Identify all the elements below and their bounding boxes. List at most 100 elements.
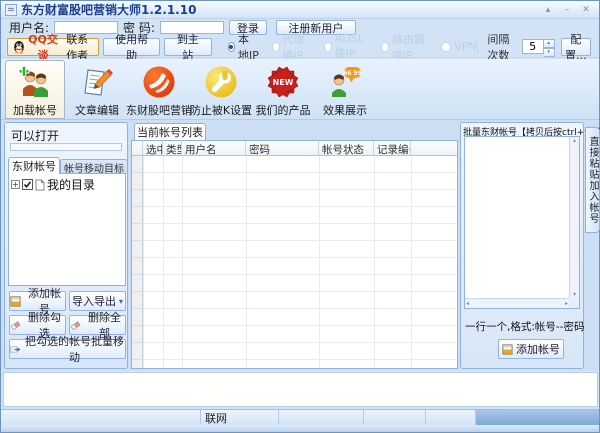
scrollbar-corner <box>569 298 579 308</box>
interval-input[interactable] <box>521 39 544 54</box>
document-edit-icon <box>80 64 114 100</box>
tree-item-my-directory[interactable]: + 我的目录 <box>9 174 125 193</box>
eraser-icon <box>70 320 81 331</box>
spin-down-icon[interactable]: ▾ <box>543 48 555 57</box>
progress-strip <box>10 143 122 151</box>
ribbon-article-edit[interactable]: 文章编辑 <box>67 60 127 119</box>
scroll-up-icon[interactable]: ▴ <box>573 137 576 144</box>
users-add-icon <box>18 64 52 100</box>
accounts-left-panel: 可以打开 东财帐号 帐号移动目标 + 我的目录 添加帐号 导入导出 ▾ 删除勾选… <box>4 122 128 369</box>
window-title: 东方财富股吧营销大师1.2.1.10 <box>21 3 197 17</box>
folder-page-icon <box>35 179 45 191</box>
tab-eastmoney-accounts[interactable]: 东财帐号 <box>8 157 60 174</box>
ribbon-our-products[interactable]: NEW 我们的产品 <box>253 60 313 119</box>
ribbon-item-label: 防止被K设置 <box>189 104 253 117</box>
eraser-icon <box>10 320 21 331</box>
radio-circle-icon <box>441 41 452 52</box>
account-tree: + 我的目录 <box>8 173 126 286</box>
minimize-button[interactable]: – <box>562 5 572 15</box>
statusbar-segment <box>1 410 201 425</box>
row-selector-column <box>132 156 143 368</box>
scroll-down-icon[interactable]: ▾ <box>573 291 576 298</box>
delete-checked-button[interactable]: 删除勾选 <box>9 311 66 340</box>
format-hint-label: 一行一个,格式:帐号--密码 <box>465 321 585 333</box>
add-card-icon <box>10 295 21 307</box>
contact-author-label: 联系作者 <box>66 32 89 62</box>
qq-chat-label: QQ交谈 <box>28 32 58 62</box>
ribbon-item-label: 东财股吧营销 <box>126 104 192 117</box>
log-area <box>3 372 598 407</box>
svg-text:66 99: 66 99 <box>343 70 362 77</box>
new-badge-icon: NEW <box>266 64 300 100</box>
add-card-icon <box>502 343 513 355</box>
app-window: = 东方财富股吧营销大师1.2.1.10 ▴ – ✕ 用户名: 密 码: 登录 … <box>0 0 600 433</box>
main-area: 可以打开 东财帐号 帐号移动目标 + 我的目录 添加帐号 导入导出 ▾ 删除勾选… <box>1 120 600 370</box>
column-header-password[interactable]: 密码 <box>246 141 319 155</box>
horizontal-scrollbar[interactable]: ◂ ▸ <box>465 298 569 308</box>
tree-item-label: 我的目录 <box>47 178 96 192</box>
radio-proxy-ip: 代理换IP <box>272 31 311 63</box>
table-row-lines <box>132 156 457 368</box>
radio-circle-icon <box>381 41 389 52</box>
close-button[interactable]: ✕ <box>581 5 591 15</box>
ip-mode-radio-group: 本地IP 代理换IP ADSL换IP 路由器换IP VPN <box>227 31 477 63</box>
ribbon-load-accounts[interactable]: 加载帐号 <box>5 60 65 119</box>
scroll-left-icon[interactable]: ◂ <box>466 300 469 307</box>
vertical-scrollbar[interactable]: ▴ ▾ <box>569 137 579 298</box>
column-header-checked[interactable]: 选中 <box>143 141 163 155</box>
column-header-type[interactable]: 类型 <box>163 141 182 155</box>
import-export-button[interactable]: 导入导出 ▾ <box>69 291 126 311</box>
import-export-label: 导入导出 <box>71 295 116 308</box>
tab-direct-paste-accounts[interactable]: 直接粘贴加入帐号 <box>585 127 600 233</box>
batch-accounts-textarea-wrap: ▴ ▾ ◂ ▸ <box>464 136 580 309</box>
title-bar: = 东方财富股吧营销大师1.2.1.10 ▴ – ✕ <box>1 1 599 19</box>
ribbon-anti-ban-settings[interactable]: 防止被K设置 <box>189 60 253 119</box>
tab-current-account-list[interactable]: 当前帐号列表 <box>134 123 206 140</box>
batch-move-button[interactable]: 把勾选的帐号批量移动 <box>9 335 126 364</box>
checkbox-checked-icon[interactable] <box>22 179 33 190</box>
qq-contact-button[interactable]: QQ交谈 联系作者 <box>7 33 100 62</box>
ribbon-results-showcase[interactable]: 66 99 效果展示 <box>315 60 375 119</box>
open-status-label: 可以打开 <box>11 129 60 143</box>
column-header-filler <box>411 141 457 155</box>
column-header-record-id[interactable]: 记录编号 <box>374 141 411 155</box>
column-header-username[interactable]: 用户名 <box>182 141 246 155</box>
config-button[interactable]: 配置... <box>560 33 591 62</box>
radio-router-ip: 路由器换IP <box>381 31 428 63</box>
interval-spinner: ▴ ▾ <box>521 39 555 57</box>
delete-all-button[interactable]: 删除全部 <box>69 311 126 340</box>
table-header-row: 选中 类型 用户名 密码 帐号状态 记录编号 <box>132 141 457 156</box>
statusbar-progress <box>476 410 599 425</box>
scroll-right-icon[interactable]: ▸ <box>565 300 568 307</box>
spin-up-icon[interactable]: ▴ <box>543 39 555 48</box>
batch-paste-panel: 批量东财帐号【拷贝后按ctrl+v粘贴】 ▴ ▾ ◂ ▸ 一行一个,格式:帐号-… <box>460 122 600 369</box>
batch-move-label: 把勾选的帐号批量移动 <box>25 335 124 364</box>
batch-add-account-button[interactable]: 添加帐号 <box>498 339 564 359</box>
account-list-panel: 当前帐号列表 选中 类型 用户名 密码 帐号状态 记录编号 <box>131 122 458 369</box>
eastmoney-logo-icon <box>142 64 176 100</box>
chevron-down-icon: ▾ <box>118 296 123 306</box>
move-arrow-icon <box>10 345 21 354</box>
side-tab-label: 直接粘贴加入帐号 <box>587 136 598 224</box>
batch-accounts-input[interactable] <box>466 138 568 297</box>
toolbar: QQ交谈 联系作者 使用帮助 到主站 本地IP 代理换IP ADSL换IP 路由… <box>1 32 599 62</box>
rollup-button[interactable]: ▴ <box>543 5 553 15</box>
ribbon-eastmoney-marketing[interactable]: 东财股吧营销 <box>126 60 192 119</box>
table-body <box>132 156 457 368</box>
main-site-button[interactable]: 到主站 <box>163 33 212 62</box>
toolbar-separator <box>476 38 478 55</box>
qq-penguin-icon <box>13 40 25 54</box>
tab-account-move-target[interactable]: 帐号移动目标 <box>60 159 128 175</box>
account-table: 选中 类型 用户名 密码 帐号状态 记录编号 <box>131 140 458 369</box>
column-header-status[interactable]: 帐号状态 <box>319 141 374 155</box>
help-button[interactable]: 使用帮助 <box>103 33 160 62</box>
tree-expand-icon[interactable]: + <box>11 180 20 189</box>
add-account-button[interactable]: 添加帐号 <box>9 287 66 316</box>
app-icon: = <box>5 3 17 16</box>
ribbon-item-label: 我们的产品 <box>255 104 311 117</box>
radio-local-ip[interactable]: 本地IP <box>227 31 259 63</box>
batch-add-account-label: 添加帐号 <box>516 343 560 356</box>
radio-vpn: VPN <box>441 40 477 53</box>
ribbon-item-label: 效果展示 <box>323 104 367 117</box>
ribbon-item-label: 文章编辑 <box>75 104 119 117</box>
